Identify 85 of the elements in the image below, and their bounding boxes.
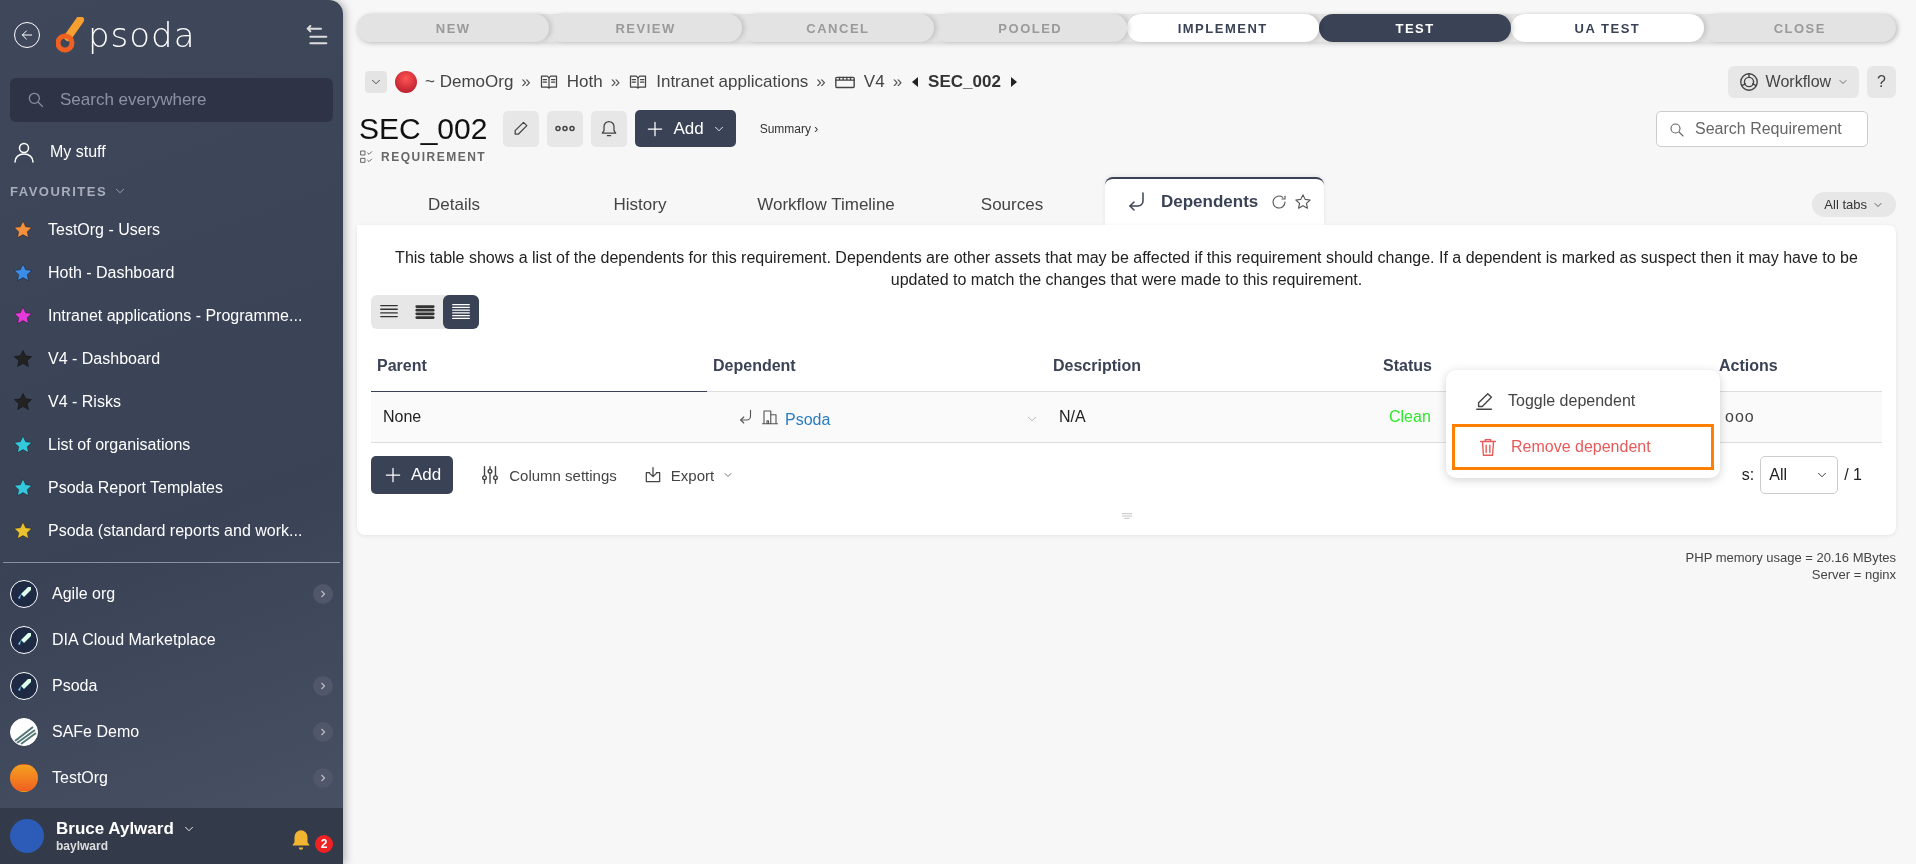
add-dependent-button[interactable]: Add — [371, 456, 454, 494]
favourite-item[interactable]: V4 - Risks — [0, 380, 343, 423]
tab[interactable]: Dependents — [1105, 177, 1325, 225]
workflow-stage[interactable]: UA TEST — [1511, 14, 1704, 42]
checklist-icon — [359, 149, 375, 165]
row-density-button[interactable] — [443, 295, 479, 329]
tab[interactable]: Sources — [919, 185, 1105, 225]
favourite-item[interactable]: Psoda (standard reports and work... — [0, 509, 343, 552]
search-icon — [26, 90, 46, 110]
trash-icon — [1477, 436, 1499, 458]
dependent-link[interactable]: Psoda — [785, 411, 831, 429]
summary-link[interactable]: Summary › — [759, 121, 819, 136]
notification-count: 2 — [315, 835, 333, 853]
table-cell: None — [371, 392, 707, 443]
add-button[interactable]: Add — [635, 110, 736, 147]
table-cell: N/A — [1047, 392, 1377, 443]
tab[interactable]: Details — [361, 185, 547, 225]
breadcrumb-link[interactable]: V4 — [863, 72, 885, 92]
user-menu[interactable]: Bruce Aylward — [56, 819, 196, 839]
organisation-item[interactable]: TestOrg — [0, 755, 343, 801]
search-field[interactable]: Search everywhere — [10, 78, 333, 122]
org-logo-icon — [395, 71, 417, 93]
favourite-item[interactable]: Psoda Report Templates — [0, 466, 343, 509]
chevron-right-icon[interactable] — [313, 676, 333, 696]
favourite-item[interactable]: List of organisations — [0, 423, 343, 466]
edit-button[interactable] — [503, 110, 540, 147]
tab[interactable]: History — [547, 185, 733, 225]
organisation-item[interactable]: Psoda — [0, 663, 343, 709]
username: baylward — [56, 839, 110, 853]
more-button[interactable] — [547, 110, 584, 147]
current-breadcrumb: SEC_002 — [928, 72, 1001, 92]
favourite-item[interactable]: TestOrg - Users — [0, 208, 343, 251]
export-button[interactable]: Export — [642, 465, 735, 485]
breadcrumb-separator: » — [816, 72, 826, 92]
row-actions-button[interactable]: ooo — [1725, 408, 1755, 426]
workflow-stage[interactable]: IMPLEMENT — [1126, 14, 1319, 42]
help-button[interactable]: ? — [1867, 66, 1896, 98]
workflow-button[interactable]: Workflow — [1727, 66, 1860, 98]
next-icon[interactable] — [1008, 76, 1019, 88]
chevron-right-icon[interactable] — [313, 768, 333, 788]
organisation-item[interactable]: SAFe Demo — [0, 709, 343, 755]
breadcrumb-link[interactable]: ~ DemoOrg — [425, 72, 514, 92]
page-title: SEC_002 — [359, 111, 488, 146]
menu-item[interactable]: Remove dependent — [1452, 424, 1714, 470]
person-icon — [12, 140, 36, 164]
search-icon — [1668, 120, 1686, 139]
all-tabs-button[interactable]: All tabs — [1812, 192, 1896, 217]
status-text: Clean — [1389, 408, 1431, 426]
chevron-right-icon[interactable] — [313, 722, 333, 742]
breadcrumb-separator: » — [521, 72, 531, 92]
organisation-item[interactable]: Agile org — [0, 571, 343, 617]
organisation-item[interactable]: DIA Cloud Marketplace — [0, 617, 343, 663]
plus-icon — [383, 465, 403, 485]
psoda-logo: psoda — [88, 15, 196, 55]
star-icon — [1294, 193, 1313, 211]
chevron-right-icon[interactable] — [313, 584, 333, 604]
psoda-logo-icon — [56, 17, 86, 53]
workflow-stage[interactable]: TEST — [1318, 14, 1512, 42]
tab[interactable]: Workflow Timeline — [733, 185, 919, 225]
server-text: Server = nginx — [1811, 566, 1896, 583]
column-settings-button[interactable]: Column settings — [479, 464, 617, 486]
bell-button[interactable] — [591, 110, 628, 147]
memory-usage-text: PHP memory usage = 20.16 MBytes — [1685, 549, 1896, 566]
favourite-item[interactable]: Intranet applications - Programme... — [0, 294, 343, 337]
search-requirements-field[interactable]: Search Requirement — [1656, 110, 1868, 147]
back-arrow-icon — [19, 27, 35, 43]
breadcrumb-separator: » — [892, 72, 903, 92]
favourites-heading[interactable]: FAVOURITES — [0, 174, 343, 208]
item-type: REQUIREMENT — [381, 150, 487, 164]
building-icon — [761, 408, 779, 426]
my-stuff-link[interactable]: My stuff — [0, 130, 343, 174]
previous-icon[interactable] — [910, 76, 921, 88]
description-text: This table shows a list of the dependents for this requirement. Dependents are other assets that may be affected if this requirement should change. If a dependent is marked as suspect then it may have to be updated to match the changes that were made to this requirement. — [394, 248, 1859, 290]
page-count: / 1 — [1844, 466, 1862, 484]
pager-label: s: — [1741, 466, 1755, 484]
page-size-select[interactable]: All — [1760, 456, 1839, 494]
cycle-icon — [1737, 71, 1760, 93]
breadcrumb-separator: » — [610, 72, 621, 92]
refresh-icon — [1270, 193, 1289, 211]
breadcrumb-link[interactable]: Intranet applications — [656, 72, 809, 92]
favourite-item[interactable]: Hoth - Dashboard — [0, 251, 343, 294]
stripes-logo-icon — [10, 718, 38, 746]
more-icon — [555, 125, 576, 132]
breadcrumb-link[interactable]: Hoth — [566, 72, 603, 92]
favourite-item[interactable]: V4 - Dashboard — [0, 337, 343, 380]
